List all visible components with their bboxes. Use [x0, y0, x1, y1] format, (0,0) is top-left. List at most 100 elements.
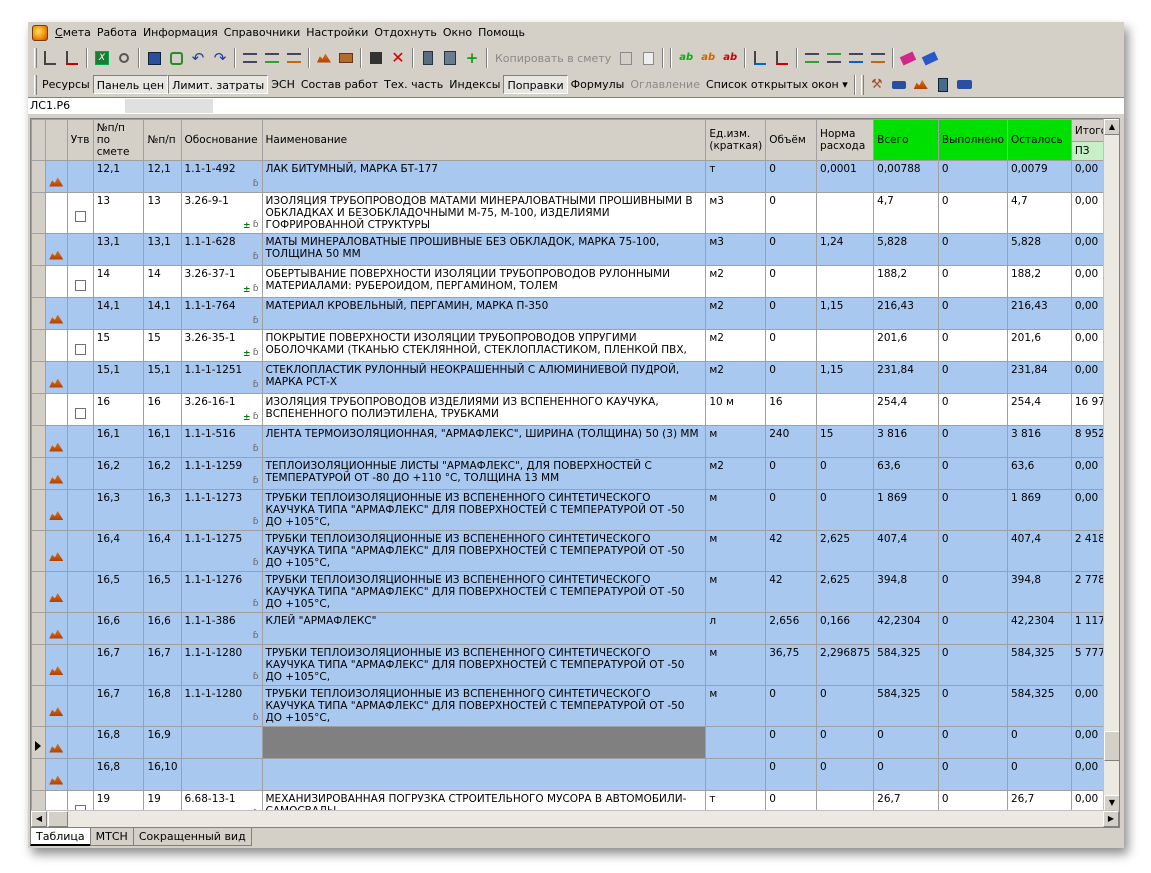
note-icon[interactable]: ɓ: [253, 411, 259, 423]
done-cell[interactable]: 0: [937, 425, 1008, 458]
note-icon[interactable]: ɓ: [253, 251, 259, 263]
unit-cell[interactable]: м: [705, 685, 767, 727]
table-row[interactable]: 16,1 16,1 1.1-1-516 ɓ ЛЕНТА ТЕРМОИЗОЛЯЦИОННА…: [31, 425, 1119, 458]
row-indicator[interactable]: [31, 233, 46, 266]
move-top-icon[interactable]: [825, 49, 843, 67]
row-indicator[interactable]: [31, 160, 46, 193]
utv-cell[interactable]: [66, 361, 94, 394]
horizontal-scrollbar[interactable]: ◀ ▶: [31, 810, 1119, 827]
num-cell[interactable]: 12,1: [143, 160, 182, 193]
unit-cell[interactable]: м: [705, 530, 767, 572]
done-cell[interactable]: 0: [937, 361, 1008, 394]
name-cell[interactable]: ТРУБКИ ТЕПЛОИЗОЛЯЦИОННЫЕ ИЗ ВСПЕНЕННОГО …: [261, 530, 707, 572]
note-icon[interactable]: ɓ: [253, 557, 259, 569]
name-cell[interactable]: СТЕКЛОПЛАСТИК РУЛОННЫЙ НЕОКРАШЕННЫЙ С АЛ…: [261, 361, 707, 394]
num-cell[interactable]: 13: [143, 192, 182, 234]
basis-cell[interactable]: 1.1-1-1280 ɓ: [180, 685, 263, 727]
numdoc-cell[interactable]: 16,5: [92, 571, 145, 613]
utv-cell[interactable]: [66, 685, 94, 727]
left-cell[interactable]: 584,325: [1006, 644, 1072, 686]
eraser-icon[interactable]: [899, 49, 917, 67]
panel-button-6[interactable]: Индексы: [446, 75, 503, 94]
done-cell[interactable]: 0: [937, 758, 1008, 791]
table-row[interactable]: 12,1 12,1 1.1-1-492 ɓ ЛАК БИТУМНЫЙ, МАРКА БТ…: [31, 160, 1119, 193]
done-header[interactable]: Выполнено: [937, 119, 1008, 161]
numdoc-cell[interactable]: 14: [92, 265, 145, 298]
utv-cell[interactable]: [66, 457, 94, 490]
total-cell[interactable]: 188,2: [873, 265, 939, 298]
name-header[interactable]: Наименование: [261, 119, 707, 161]
menu-item-6[interactable]: Окно: [440, 22, 475, 43]
menu-item-5[interactable]: Отдохнуть: [371, 22, 440, 43]
note-icon[interactable]: ɓ: [253, 671, 259, 683]
font-icon[interactable]: ab: [677, 49, 695, 67]
left-cell[interactable]: 1 869: [1006, 489, 1072, 531]
num-cell[interactable]: 15: [143, 329, 182, 362]
menu-item-0[interactable]: Смета: [52, 22, 94, 43]
norm-cell[interactable]: 0: [816, 758, 875, 791]
row-indicator[interactable]: [31, 361, 46, 394]
search-icon[interactable]: [115, 49, 133, 67]
table-row[interactable]: 13 13 3.26-9-1 ɓ ± ИЗОЛЯЦИЯ ТРУБОПРОВОДОВ МАТ…: [31, 192, 1119, 234]
volume-cell[interactable]: 0: [765, 489, 818, 531]
unit-header[interactable]: Ед.изм. (краткая): [705, 119, 767, 161]
table-row[interactable]: 14,1 14,1 1.1-1-764 ɓ МАТЕРИАЛ КРОВЕЛЬНЫЙ, П…: [31, 297, 1119, 330]
row-indicator[interactable]: [31, 571, 46, 613]
left-cell[interactable]: 201,6: [1006, 329, 1072, 362]
indent-icon[interactable]: [241, 49, 259, 67]
menu-item-1[interactable]: Работа: [94, 22, 140, 43]
num-cell[interactable]: 16,10: [143, 758, 182, 791]
left-cell[interactable]: 0,0079: [1006, 160, 1072, 193]
left-cell[interactable]: 231,84: [1006, 361, 1072, 394]
name-cell[interactable]: ТЕПЛОИЗОЛЯЦИОННЫЕ ЛИСТЫ "АРМАФЛЕКС", ДЛЯ…: [261, 457, 707, 490]
norm-cell[interactable]: 0,166: [816, 612, 875, 645]
table-row[interactable]: 13,1 13,1 1.1-1-628 ɓ МАТЫ МИНЕРАЛОВАТНЫЕ ПР…: [31, 233, 1119, 266]
approve-checkbox[interactable]: [74, 407, 86, 419]
hammer-icon[interactable]: ⚒: [868, 76, 886, 94]
name-cell[interactable]: ОБЕРТЫВАНИЕ ПОВЕРХНОСТИ ИЗОЛЯЦИИ ТРУБОПР…: [261, 265, 707, 298]
table-row[interactable]: 16,4 16,4 1.1-1-1275 ɓ ТРУБКИ ТЕПЛОИЗОЛЯЦИОН…: [31, 530, 1119, 572]
calc-icon[interactable]: [419, 49, 437, 67]
plusminus-icon[interactable]: ±: [243, 348, 251, 360]
table-row[interactable]: 14 14 3.26-37-1 ɓ ± ОБЕРТЫВАНИЕ ПОВЕРХНОСТИ И…: [31, 265, 1119, 298]
done-cell[interactable]: 0: [937, 530, 1008, 572]
basis-cell[interactable]: 1.1-1-1273 ɓ: [180, 489, 263, 531]
unit-cell[interactable]: 10 м: [705, 393, 767, 426]
total-cell[interactable]: 584,325: [873, 685, 939, 727]
unit-cell[interactable]: м2: [705, 329, 767, 362]
unit-cell[interactable]: [705, 726, 767, 759]
unit-cell[interactable]: м2: [705, 361, 767, 394]
unit-cell[interactable]: м2: [705, 297, 767, 330]
basis-cell[interactable]: 1.1-1-516 ɓ: [180, 425, 263, 458]
left-cell[interactable]: 584,325: [1006, 685, 1072, 727]
note-icon[interactable]: ɓ: [253, 347, 259, 359]
plusminus-icon[interactable]: ±: [243, 284, 251, 296]
total-cell[interactable]: 231,84: [873, 361, 939, 394]
row-indicator[interactable]: [31, 329, 46, 362]
numdoc-cell[interactable]: 15,1: [92, 361, 145, 394]
volume-cell[interactable]: 42: [765, 530, 818, 572]
move-up-icon[interactable]: [803, 49, 821, 67]
total-cell[interactable]: 42,2304: [873, 612, 939, 645]
volume-cell[interactable]: 0: [765, 685, 818, 727]
tab-0[interactable]: Таблица: [30, 828, 91, 846]
row-indicator[interactable]: [31, 644, 46, 686]
name-cell[interactable]: МАТЫ МИНЕРАЛОВАТНЫЕ ПРОШИВНЫЕ БЕЗ ОБКЛАД…: [261, 233, 707, 266]
unit-cell[interactable]: м3: [705, 192, 767, 234]
name-cell[interactable]: ТРУБКИ ТЕПЛОИЗОЛЯЦИОННЫЕ ИЗ ВСПЕНЕННОГО …: [261, 489, 707, 531]
font-color-icon[interactable]: ab: [699, 49, 717, 67]
numdoc-cell[interactable]: 16: [92, 393, 145, 426]
num-cell[interactable]: 14,1: [143, 297, 182, 330]
table-row[interactable]: 15 15 3.26-35-1 ɓ ± ПОКРЫТИЕ ПОВЕРХНОСТИ ИЗОЛ…: [31, 329, 1119, 362]
num-cell[interactable]: 16,3: [143, 489, 182, 531]
undo-all-icon[interactable]: ↷: [211, 49, 229, 67]
volume-cell[interactable]: 0: [765, 758, 818, 791]
tree-add-icon[interactable]: [63, 49, 81, 67]
utv-cell[interactable]: [66, 425, 94, 458]
table-row[interactable]: 16,7 16,8 1.1-1-1280 ɓ ТРУБКИ ТЕПЛОИЗОЛЯЦИОН…: [31, 685, 1119, 727]
norm-cell[interactable]: 0: [816, 457, 875, 490]
norm-cell[interactable]: 0: [816, 489, 875, 531]
numdoc-cell[interactable]: 16,4: [92, 530, 145, 572]
utv-cell[interactable]: [66, 758, 94, 791]
done-cell[interactable]: 0: [937, 489, 1008, 531]
